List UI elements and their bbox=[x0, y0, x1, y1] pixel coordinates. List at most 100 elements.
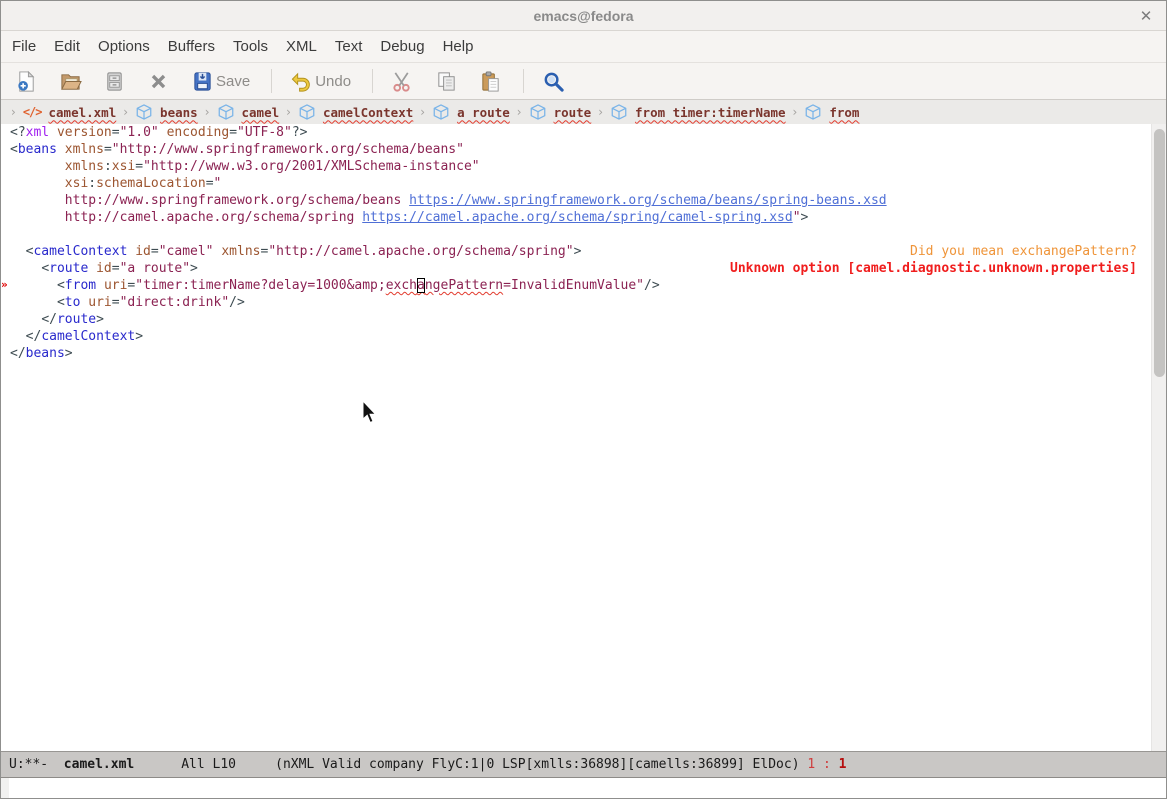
menu-item-debug[interactable]: Debug bbox=[371, 31, 433, 63]
breadcrumb-item-from[interactable]: from bbox=[804, 103, 859, 121]
menu-item-help[interactable]: Help bbox=[434, 31, 483, 63]
menu-item-text[interactable]: Text bbox=[326, 31, 372, 63]
breadcrumb-item-from-timer-timername[interactable]: from timer:timerName bbox=[610, 103, 786, 121]
code-line-3: xmlns:xsi="http://www.w3.org/2001/XMLSch… bbox=[1, 158, 1153, 175]
left-fringe bbox=[1, 243, 10, 260]
save-button-label: Save bbox=[216, 73, 250, 90]
code-text: xmlns:xsi="http://www.w3.org/2001/XMLSch… bbox=[10, 158, 480, 175]
code-line-13: </camelContext> bbox=[1, 328, 1153, 345]
scrollbar-thumb[interactable] bbox=[1154, 129, 1165, 377]
left-fringe bbox=[1, 294, 10, 311]
paste-icon bbox=[479, 70, 502, 93]
lsp-warning-annotation: Did you mean exchangePattern? bbox=[910, 243, 1153, 260]
breadcrumb-label: camel bbox=[242, 105, 280, 120]
menu-item-file[interactable]: File bbox=[3, 31, 45, 63]
code-line-8: <camelContext id="camel" xmlns="http://c… bbox=[1, 243, 1153, 260]
code-text: <to uri="direct:drink"/> bbox=[10, 294, 245, 311]
schema-url-link[interactable]: https://camel.apache.org/schema/spring/c… bbox=[362, 210, 792, 225]
breadcrumb-item-beans[interactable]: beans bbox=[135, 103, 198, 121]
breadcrumb-label: beans bbox=[160, 105, 198, 120]
left-fringe bbox=[1, 141, 10, 158]
undo-button[interactable]: Undo bbox=[290, 70, 351, 93]
cut-icon bbox=[391, 70, 414, 93]
left-fringe bbox=[1, 311, 10, 328]
menu-item-xml[interactable]: XML bbox=[277, 31, 326, 63]
editor-buffer[interactable]: <?xml version="1.0" encoding="UTF-8"?><b… bbox=[1, 124, 1153, 751]
menu-item-buffers[interactable]: Buffers bbox=[159, 31, 224, 63]
mouse-cursor bbox=[362, 401, 377, 425]
new-file-icon bbox=[15, 70, 38, 93]
cube-icon bbox=[217, 103, 235, 121]
open-folder-icon bbox=[59, 70, 82, 93]
breadcrumb-label: from bbox=[829, 105, 859, 120]
save-button[interactable]: Save bbox=[191, 70, 250, 93]
dired-button[interactable] bbox=[103, 70, 126, 93]
tool-bar: Save Undo bbox=[1, 63, 1166, 100]
mode-line: U:**- camel.xml All L10 (nXML Valid comp… bbox=[1, 751, 1166, 778]
breadcrumb-item-camelcontext[interactable]: camelContext bbox=[298, 103, 413, 121]
breadcrumb: ›</>camel.xml›beans›camel›camelContext›a… bbox=[1, 100, 1166, 124]
modeline-segment: All L10 (nXML Valid company FlyC:1|0 LSP… bbox=[134, 757, 807, 772]
menu-item-tools[interactable]: Tools bbox=[224, 31, 277, 63]
code-line-2: <beans xmlns="http://www.springframework… bbox=[1, 141, 1153, 158]
breadcrumb-label: from timer:timerName bbox=[635, 105, 786, 120]
code-line-11: <to uri="direct:drink"/> bbox=[1, 294, 1153, 311]
code-file-icon: </> bbox=[23, 105, 42, 119]
breadcrumb-item-a-route[interactable]: a route bbox=[432, 103, 510, 121]
modeline-segment: : bbox=[815, 757, 838, 772]
echo-area[interactable] bbox=[1, 778, 1166, 799]
left-fringe bbox=[1, 175, 10, 192]
kill-buffer-icon bbox=[147, 70, 170, 93]
cube-icon bbox=[135, 103, 153, 121]
code-line-5: http://www.springframework.org/schema/be… bbox=[1, 192, 1153, 209]
cut-button[interactable] bbox=[391, 70, 414, 93]
code-line-7 bbox=[1, 226, 1153, 243]
left-fringe bbox=[1, 124, 10, 141]
code-text: <?xml version="1.0" encoding="UTF-8"?> bbox=[10, 124, 307, 141]
error-fringe-arrow-icon: » bbox=[1, 277, 10, 294]
copy-button[interactable] bbox=[435, 70, 458, 93]
code-line-14: </beans> bbox=[1, 345, 1153, 362]
code-text: <beans xmlns="http://www.springframework… bbox=[10, 141, 464, 158]
left-fringe bbox=[1, 158, 10, 175]
close-icon[interactable]: ✕ bbox=[1136, 6, 1156, 26]
copy-icon bbox=[435, 70, 458, 93]
left-fringe bbox=[1, 226, 10, 243]
toolbar-separator bbox=[271, 69, 272, 93]
breadcrumb-item-camel-xml[interactable]: </>camel.xml bbox=[23, 105, 116, 120]
toolbar-separator bbox=[372, 69, 373, 93]
text-cursor: a bbox=[417, 278, 425, 293]
code-text: http://www.springframework.org/schema/be… bbox=[10, 192, 887, 209]
scrollbar-track[interactable] bbox=[1151, 124, 1166, 751]
code-text: xsi:schemaLocation=" bbox=[10, 175, 221, 192]
title-bar: emacs@fedora ✕ bbox=[1, 1, 1166, 31]
new-file-button[interactable] bbox=[15, 70, 38, 93]
cube-icon bbox=[610, 103, 628, 121]
open-file-button[interactable] bbox=[59, 70, 82, 93]
left-fringe bbox=[1, 345, 10, 362]
breadcrumb-item-route[interactable]: route bbox=[529, 103, 592, 121]
modeline-segment: 1 bbox=[839, 757, 847, 772]
search-button[interactable] bbox=[542, 70, 565, 93]
code-line-4: xsi:schemaLocation=" bbox=[1, 175, 1153, 192]
cube-icon bbox=[804, 103, 822, 121]
search-icon bbox=[542, 70, 565, 93]
kill-buffer-button[interactable] bbox=[147, 70, 170, 93]
left-fringe bbox=[1, 192, 10, 209]
emacs-window: emacs@fedora ✕ FileEditOptionsBuffersToo… bbox=[0, 0, 1167, 799]
code-text: http://camel.apache.org/schema/spring ht… bbox=[10, 209, 808, 226]
breadcrumb-item-camel[interactable]: camel bbox=[217, 103, 280, 121]
code-text: <camelContext id="camel" xmlns="http://c… bbox=[10, 243, 581, 260]
undo-button-label: Undo bbox=[315, 73, 351, 90]
code-text: <route id="a route"> bbox=[10, 260, 198, 277]
breadcrumb-separator: › bbox=[123, 105, 128, 119]
breadcrumb-separator: › bbox=[286, 105, 291, 119]
modeline-segment: 1 bbox=[807, 757, 815, 772]
schema-url-link[interactable]: https://www.springframework.org/schema/b… bbox=[409, 193, 886, 208]
menu-item-edit[interactable]: Edit bbox=[45, 31, 89, 63]
menu-item-options[interactable]: Options bbox=[89, 31, 159, 63]
breadcrumb-separator: › bbox=[793, 105, 798, 119]
paste-button[interactable] bbox=[479, 70, 502, 93]
left-fringe bbox=[1, 209, 10, 226]
code-text: </camelContext> bbox=[10, 328, 143, 345]
